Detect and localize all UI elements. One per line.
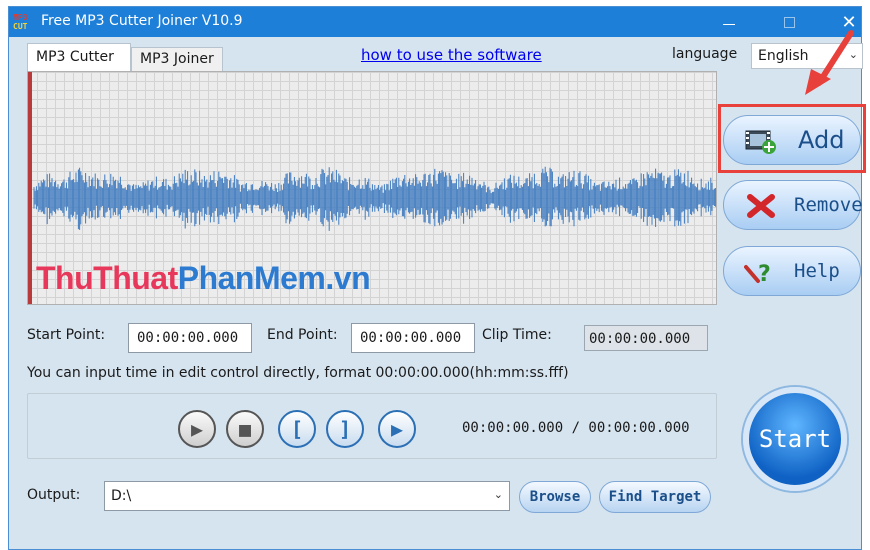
bracket-left-icon: [ (290, 417, 304, 441)
tab-mp3-cutter[interactable]: MP3 Cutter (27, 43, 131, 71)
mark-start-button[interactable]: [ (278, 410, 316, 448)
bracket-right-icon: ] (338, 417, 352, 441)
title-bar[interactable]: MP3 CUT Free MP3 Cutter Joiner V10.9 ✕ (9, 7, 861, 37)
output-path-select[interactable]: D:\ ⌄ (104, 481, 510, 511)
add-highlight-box (718, 104, 866, 173)
time-readout: 00:00:00.000 / 00:00:00.000 (462, 420, 690, 436)
help-question-icon: ? (744, 259, 778, 285)
play-button[interactable]: ▶ (178, 410, 216, 448)
minimize-icon (723, 23, 735, 25)
watermark-part-a: ThuThuat (36, 260, 178, 296)
app-logo-bottom-text: CUT (13, 22, 28, 31)
chevron-down-icon: ⌄ (493, 488, 503, 501)
clip-time-label: Clip Time: (482, 327, 552, 343)
remove-button-label: Remove (794, 194, 863, 216)
waveform-panel[interactable]: ThuThuatPhanMem.vn (27, 71, 717, 305)
waveform-path (33, 166, 716, 231)
stop-icon: ■ (238, 417, 252, 441)
start-point-input[interactable]: 00:00:00.000 (128, 323, 252, 353)
play-icon: ▶ (190, 417, 204, 441)
format-hint: You can input time in edit control direc… (27, 365, 569, 381)
how-to-use-link[interactable]: how to use the software (361, 46, 542, 64)
app-window: MP3 CUT Free MP3 Cutter Joiner V10.9 ✕ M… (8, 6, 866, 550)
start-point-label: Start Point: (27, 327, 106, 343)
find-target-button[interactable]: Find Target (599, 481, 711, 513)
mark-end-button[interactable]: ] (326, 410, 364, 448)
remove-x-icon (744, 193, 778, 219)
start-button[interactable]: Start (743, 387, 847, 491)
red-arrow-icon (805, 30, 854, 95)
player-controls: ▶ ■ [ ] ▶ 00:00:00.000 / 00:00:00.000 (27, 393, 717, 459)
window-title: Free MP3 Cutter Joiner V10.9 (41, 13, 243, 29)
maximize-icon (783, 16, 795, 28)
watermark-part-b: PhanMem.vn (177, 260, 371, 296)
clip-time-field: 00:00:00.000 (584, 325, 708, 351)
svg-text:?: ? (758, 262, 771, 285)
play-selection-button[interactable]: ▶ (378, 410, 416, 448)
tab-mp3-joiner[interactable]: MP3 Joiner (131, 47, 223, 71)
browse-button[interactable]: Browse (519, 481, 591, 513)
help-button[interactable]: ? Help (723, 246, 861, 296)
remove-button[interactable]: Remove (723, 180, 863, 230)
end-point-label: End Point: (267, 327, 338, 343)
minimize-button[interactable] (709, 7, 749, 37)
language-label: language (672, 46, 738, 62)
stop-button[interactable]: ■ (226, 410, 264, 448)
end-point-input[interactable]: 00:00:00.000 (351, 323, 475, 353)
output-label: Output: (27, 487, 81, 503)
help-button-label: Help (794, 260, 840, 282)
position-cursor[interactable] (28, 72, 32, 304)
play-selection-icon: ▶ (390, 417, 404, 441)
app-logo-top-text: MP3 (13, 13, 28, 22)
watermark: ThuThuatPhanMem.vn (36, 260, 371, 297)
app-logo-icon: MP3 CUT (13, 13, 35, 33)
output-path-value: D:\ (111, 488, 132, 504)
